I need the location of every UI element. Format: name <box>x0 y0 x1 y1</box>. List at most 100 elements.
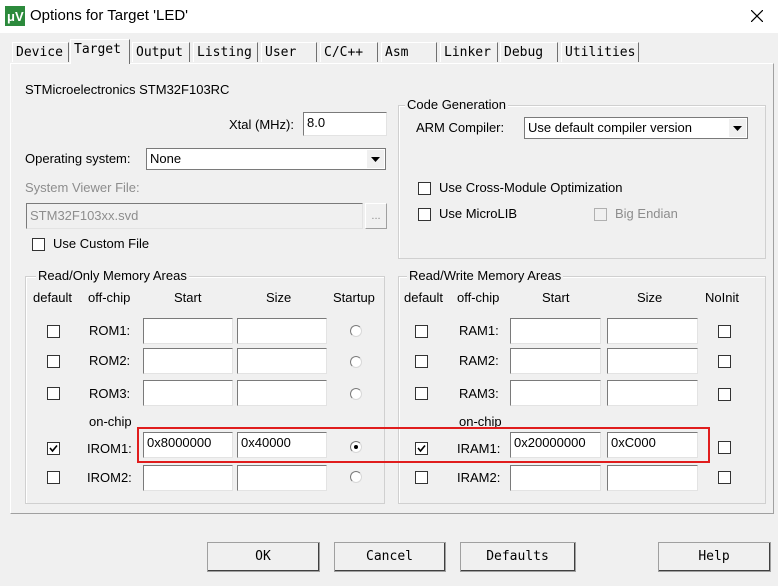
defaults-button[interactable]: Defaults <box>460 542 576 572</box>
iram1-size-input[interactable]: 0xC000 <box>607 432 698 458</box>
tab-cpp[interactable]: C/C++ <box>320 42 378 62</box>
os-select[interactable]: None <box>146 148 386 170</box>
ram-header-default: default <box>404 290 444 305</box>
ram1-label: RAM1: <box>459 323 499 338</box>
irom2-default-checkbox[interactable] <box>47 471 60 484</box>
ram-onchip-label: on-chip <box>459 414 502 429</box>
irom2-label: IROM2: <box>87 470 132 485</box>
iram1-start-input[interactable]: 0x20000000 <box>510 432 601 458</box>
svg-text:μV: μV <box>7 9 24 24</box>
iram1-noinit-checkbox[interactable] <box>718 441 731 454</box>
rom3-label: ROM3: <box>89 386 131 401</box>
irom1-start-input[interactable]: 0x8000000 <box>143 432 233 458</box>
iram2-noinit-checkbox[interactable] <box>718 471 731 484</box>
radio-selected-dot <box>354 445 358 449</box>
close-button[interactable] <box>742 4 772 28</box>
rom1-size-input[interactable] <box>237 318 327 344</box>
rom2-default-checkbox[interactable] <box>47 355 60 368</box>
ram3-default-checkbox[interactable] <box>415 387 428 400</box>
irom2-size-input[interactable] <box>237 465 327 491</box>
ram2-label: RAM2: <box>459 353 499 368</box>
close-icon <box>751 10 763 22</box>
iram2-size-input[interactable] <box>607 465 698 491</box>
tab-utilities[interactable]: Utilities <box>561 42 639 62</box>
ram2-start-input[interactable] <box>510 348 601 374</box>
rom1-default-checkbox[interactable] <box>47 325 60 338</box>
ram3-size-input[interactable] <box>607 380 698 406</box>
big-endian-label: Big Endian <box>615 206 678 221</box>
rom3-start-input[interactable] <box>143 380 233 406</box>
ram2-default-checkbox[interactable] <box>415 355 428 368</box>
iram2-start-input[interactable] <box>510 465 601 491</box>
rom-header-start: Start <box>174 290 202 305</box>
irom2-startup-radio[interactable] <box>350 471 362 483</box>
xtal-input[interactable]: 8.0 <box>303 112 387 136</box>
irom1-default-checkbox[interactable] <box>47 442 60 455</box>
ram2-noinit-checkbox[interactable] <box>718 355 731 368</box>
ram-header-offchip: off-chip <box>457 290 500 305</box>
tab-user[interactable]: User <box>261 42 317 62</box>
big-endian-checkbox[interactable] <box>594 208 607 221</box>
rom-header-startup: Startup <box>333 290 375 305</box>
custom-file-label: Use Custom File <box>53 236 150 251</box>
tab-target[interactable]: Target <box>70 39 130 64</box>
ram1-noinit-checkbox[interactable] <box>718 325 731 338</box>
irom2-start-input[interactable] <box>143 465 233 491</box>
iram2-label: IRAM2: <box>457 470 501 485</box>
tab-device[interactable]: Device <box>12 42 69 62</box>
ram-group-title: Read/Write Memory Areas <box>407 268 564 284</box>
tab-linker[interactable]: Linker <box>440 42 498 62</box>
ram3-start-input[interactable] <box>510 380 601 406</box>
tab-output[interactable]: Output <box>132 42 190 62</box>
irom1-label: IROM1: <box>87 441 132 456</box>
iram1-label: IRAM1: <box>457 441 501 456</box>
chevron-down-icon[interactable] <box>728 119 746 137</box>
svd-label: System Viewer File: <box>25 180 140 195</box>
rom2-label: ROM2: <box>89 353 131 368</box>
ram3-noinit-checkbox[interactable] <box>718 388 731 401</box>
tab-asm[interactable]: Asm <box>381 42 437 62</box>
checkmark-icon <box>49 444 58 453</box>
microlib-label: Use MicroLIB <box>439 206 518 221</box>
rom2-start-input[interactable] <box>143 348 233 374</box>
rom1-start-input[interactable] <box>143 318 233 344</box>
ok-button[interactable]: OK <box>207 542 320 572</box>
svd-input[interactable]: STM32F103xx.svd <box>26 203 363 229</box>
rom2-size-input[interactable] <box>237 348 327 374</box>
rom-group-title: Read/Only Memory Areas <box>36 268 189 284</box>
ram1-default-checkbox[interactable] <box>415 325 428 338</box>
checkmark-icon <box>417 444 426 453</box>
rom-header-size: Size <box>266 290 292 305</box>
compiler-select-value: Use default compiler version <box>528 120 693 135</box>
microlib-checkbox[interactable] <box>418 208 431 221</box>
tab-listing[interactable]: Listing <box>193 42 258 62</box>
window-title: Options for Target 'LED' <box>30 7 189 24</box>
ram-header-start: Start <box>542 290 570 305</box>
irom1-startup-radio[interactable] <box>350 441 362 453</box>
rom1-label: ROM1: <box>89 323 131 338</box>
os-label: Operating system: <box>25 151 131 166</box>
ram1-start-input[interactable] <box>510 318 601 344</box>
chevron-down-icon[interactable] <box>366 150 384 168</box>
rom3-size-input[interactable] <box>237 380 327 406</box>
iram1-default-checkbox[interactable] <box>415 442 428 455</box>
cross-module-checkbox[interactable] <box>418 182 431 195</box>
ram2-size-input[interactable] <box>607 348 698 374</box>
irom1-size-input[interactable]: 0x40000 <box>237 432 327 458</box>
tab-debug[interactable]: Debug <box>500 42 558 62</box>
rom3-startup-radio[interactable] <box>350 388 362 400</box>
ram-header-noinit: NoInit <box>705 290 739 305</box>
rom1-startup-radio[interactable] <box>350 325 362 337</box>
ram1-size-input[interactable] <box>607 318 698 344</box>
svd-browse-button[interactable]: ... <box>365 203 387 229</box>
cross-module-label: Use Cross-Module Optimization <box>439 180 623 195</box>
help-button[interactable]: Help <box>658 542 771 572</box>
custom-file-checkbox[interactable] <box>32 238 45 251</box>
code-generation-title: Code Generation <box>405 97 509 113</box>
rom2-startup-radio[interactable] <box>350 356 362 368</box>
iram2-default-checkbox[interactable] <box>415 471 428 484</box>
rom3-default-checkbox[interactable] <box>47 387 60 400</box>
rom-header-offchip: off-chip <box>88 290 131 305</box>
cancel-button[interactable]: Cancel <box>334 542 446 572</box>
compiler-select[interactable]: Use default compiler version <box>524 117 748 139</box>
